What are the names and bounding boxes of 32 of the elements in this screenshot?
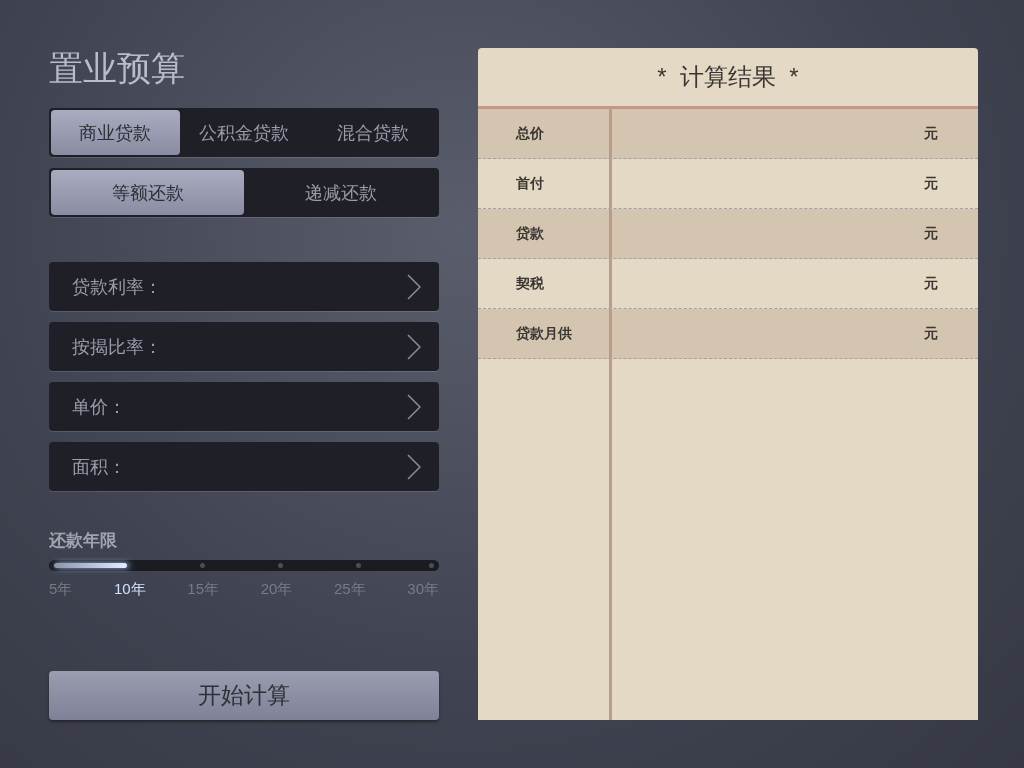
unit-label: 元 (924, 324, 938, 343)
repayment-tab[interactable]: 递减还款 (244, 170, 437, 215)
field-label: 单价： (72, 395, 126, 419)
unit-label: 元 (924, 124, 938, 143)
result-label: 总价 (516, 124, 544, 143)
input-field[interactable]: 贷款利率： (49, 262, 439, 311)
page-title: 置业预算 (49, 48, 186, 88)
unit-label: 元 (924, 274, 938, 293)
field-label: 按揭比率： (72, 335, 162, 359)
year-option[interactable]: 10年 (114, 580, 146, 599)
term-slider[interactable] (49, 560, 439, 571)
loan-type-tab[interactable]: 商业贷款 (51, 110, 180, 155)
result-label: 贷款月供 (516, 324, 572, 343)
chevron-icon (407, 273, 421, 300)
input-field[interactable]: 单价： (49, 382, 439, 431)
chevron-icon (407, 453, 421, 480)
loan-type-tab[interactable]: 混合贷款 (308, 110, 437, 155)
chevron-icon (407, 333, 421, 360)
loan-type-tab[interactable]: 公积金贷款 (179, 110, 309, 155)
result-label: 契税 (516, 274, 544, 293)
field-label: 贷款利率： (72, 275, 162, 299)
chevron-icon (407, 393, 421, 420)
unit-label: 元 (924, 224, 938, 243)
term-label: 还款年限 (49, 530, 118, 552)
calculate-button[interactable]: 开始计算 (49, 671, 439, 720)
unit-label: 元 (924, 174, 938, 193)
input-field[interactable]: 按揭比率： (49, 322, 439, 371)
input-field[interactable]: 面积： (49, 442, 439, 491)
repayment-tab[interactable]: 等额还款 (51, 170, 244, 215)
result-label: 首付 (516, 174, 544, 193)
field-label: 面积： (72, 455, 126, 479)
result-label: 贷款 (516, 224, 544, 243)
